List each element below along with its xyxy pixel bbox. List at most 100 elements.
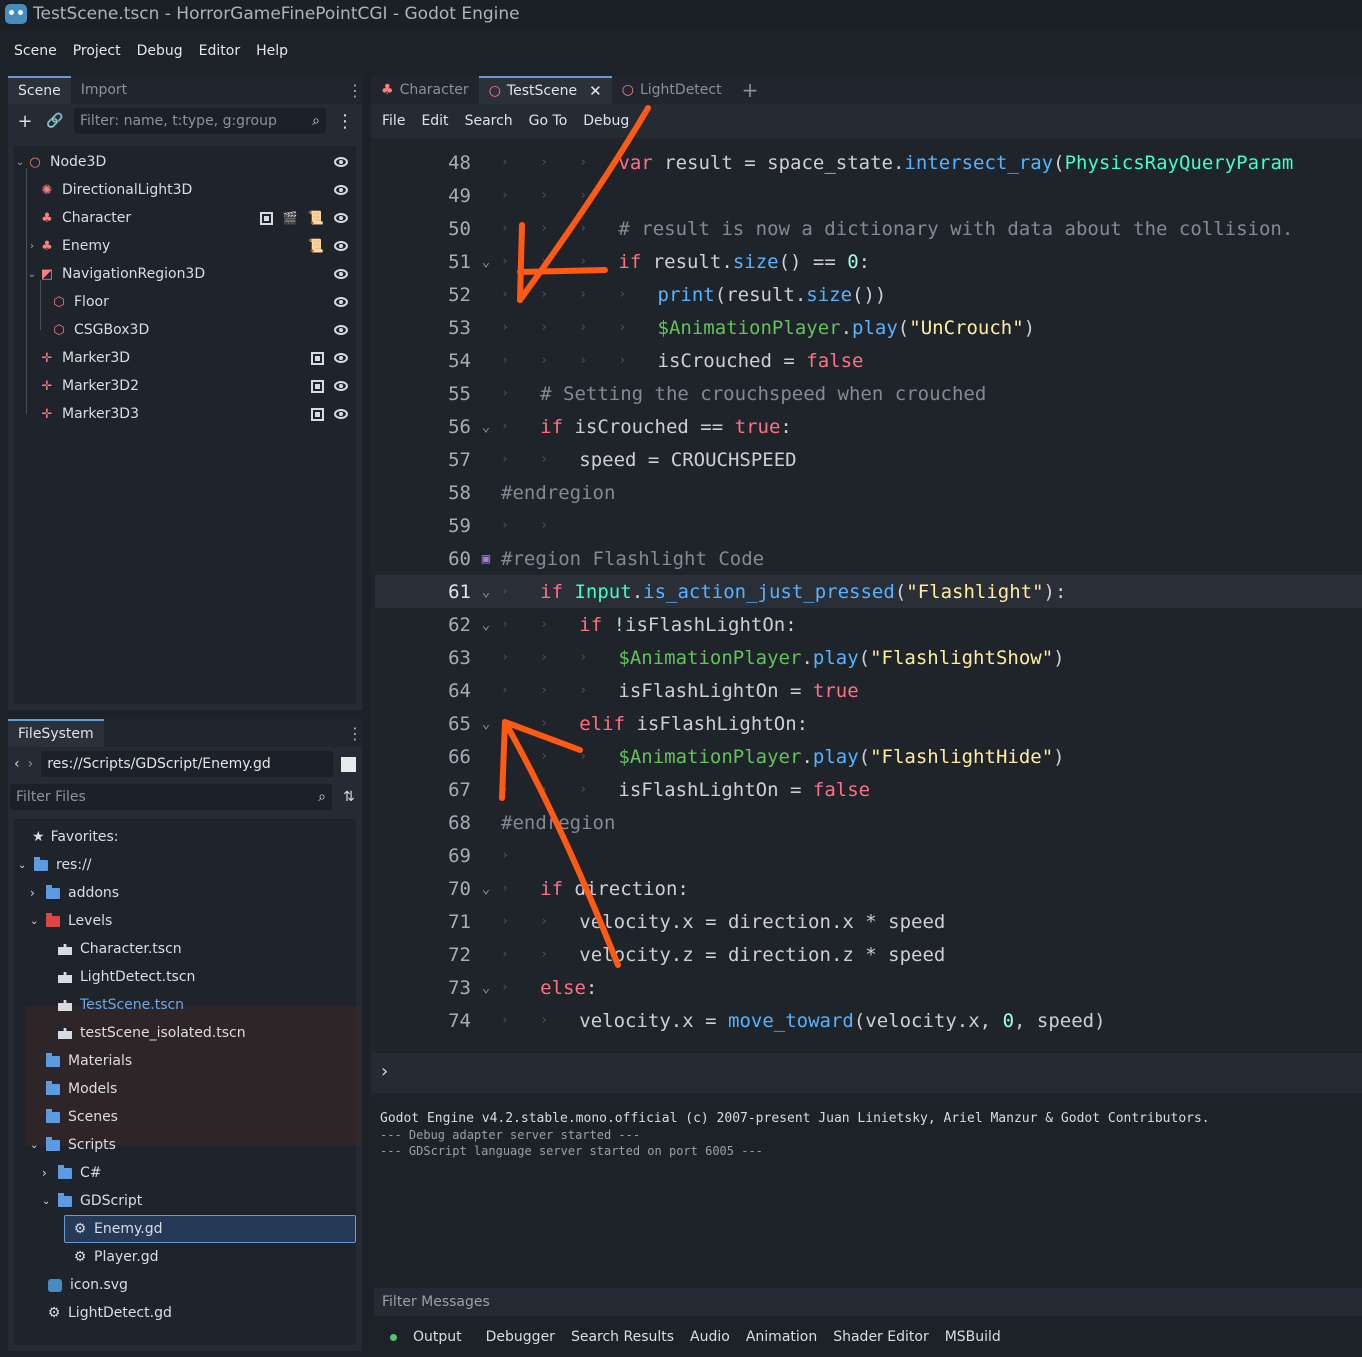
back-icon[interactable]: ‹ [14,756,20,772]
visibility-eye-icon[interactable] [334,269,348,279]
visibility-eye-icon[interactable] [334,185,348,195]
path-input[interactable]: res://Scripts/GDScript/Enemy.gd [41,751,333,777]
tree-node[interactable]: › ♣ Enemy 📜 [14,232,356,260]
folder-row[interactable]: ⌄ Scripts [14,1131,356,1159]
tab-filesystem[interactable]: FileSystem [8,719,104,747]
menu-search[interactable]: Search [465,113,513,129]
file-row[interactable]: icon.svg [14,1271,356,1299]
chevron-down-icon[interactable]: ⌄ [18,860,30,871]
menu-debug[interactable]: Debug [137,43,183,59]
tab-debugger[interactable]: Debugger [486,1329,555,1345]
tab-character[interactable]: ♣ Character [371,76,479,104]
file-row[interactable]: TestScene.tscn [14,991,356,1019]
folder-row[interactable]: ⌄ GDScript [14,1187,356,1215]
tab-lightdetect[interactable]: ○ LightDetect [612,76,732,104]
tree-node[interactable]: ♣ Character 🎬 📜 [14,204,356,232]
chevron-down-icon[interactable]: ⌄ [42,1196,54,1207]
add-tab-icon[interactable]: + [732,76,769,104]
folder-row[interactable]: Materials [14,1047,356,1075]
filesystem-path-bar: ‹ › res://Scripts/GDScript/Enemy.gd [8,747,362,781]
chevron-right-icon[interactable]: › [381,1061,388,1082]
tree-node[interactable]: ✛ Marker3D2 [14,372,356,400]
tree-node[interactable]: ✺ DirectionalLight3D [14,176,356,204]
instance-icon[interactable] [311,351,324,365]
add-node-icon[interactable]: + [14,110,36,132]
forward-icon[interactable]: › [28,756,34,772]
tab-animation[interactable]: Animation [746,1329,817,1345]
menu-file[interactable]: File [382,113,405,129]
folder-row[interactable]: › C# [14,1159,356,1187]
chevron-right-icon[interactable]: › [26,241,38,252]
tree-node[interactable]: ✛ Marker3D [14,344,356,372]
filter-messages-input[interactable]: Filter Messages [374,1288,1362,1316]
script-icon[interactable]: 📜 [308,211,324,226]
visibility-eye-icon[interactable] [334,381,348,391]
file-row[interactable]: testScene_isolated.tscn [14,1019,356,1047]
kebab-menu-icon[interactable]: ⋮ [347,76,363,104]
node-label: CSGBox3D [74,322,150,338]
code-line: 68 #endregion [448,811,616,834]
folder-row[interactable]: › addons [14,879,356,907]
kebab-menu-icon[interactable]: ⋮ [334,110,356,132]
visibility-eye-icon[interactable] [334,353,348,363]
menu-editor[interactable]: Editor [199,43,240,59]
tab-scene[interactable]: Scene [8,76,71,104]
visibility-eye-icon[interactable] [334,409,348,419]
bottom-panel-toggle[interactable]: › [371,1053,1362,1093]
scene-filter-input[interactable]: Filter: name, t:type, g:group ⌕ [74,108,326,134]
folder-row[interactable]: Scenes [14,1103,356,1131]
tree-node[interactable]: ⌄ ◩ NavigationRegion3D [14,260,356,288]
tab-search-results[interactable]: Search Results [571,1329,674,1345]
visibility-eye-icon[interactable] [334,213,348,223]
menu-project[interactable]: Project [73,43,121,59]
fs-item-label: icon.svg [70,1277,128,1293]
menu-edit[interactable]: Edit [421,113,448,129]
sort-icon[interactable]: ⇅ [338,786,360,808]
visibility-eye-icon[interactable] [334,157,348,167]
tab-import[interactable]: Import [71,76,137,104]
file-row[interactable]: Character.tscn [14,935,356,963]
chevron-down-icon[interactable]: ⌄ [30,916,42,927]
folder-row[interactable]: ⌄ res:// [14,851,356,879]
file-row[interactable]: ⚙ LightDetect.gd [14,1299,356,1327]
tree-node[interactable]: ✛ Marker3D3 [14,400,356,428]
instance-icon[interactable] [311,379,324,393]
chevron-down-icon[interactable]: ⌄ [30,1140,42,1151]
folder-row[interactable]: ⌄ Levels [14,907,356,935]
file-row[interactable]: ⚙ Player.gd [14,1243,356,1271]
close-icon[interactable]: ✕ [589,82,602,100]
filter-files-input[interactable]: Filter Files ⌕ [10,784,332,810]
chevron-right-icon[interactable]: › [30,886,42,900]
tree-node[interactable]: ⌄ ○ Node3D [14,148,356,176]
visibility-eye-icon[interactable] [334,297,348,307]
code-area[interactable]: 48 › › › var result = space_state. interse… [375,146,1362,1126]
visibility-eye-icon[interactable] [334,325,348,335]
tab-shader-editor[interactable]: Shader Editor [833,1329,928,1345]
chevron-down-icon[interactable]: ⌄ [26,269,38,280]
file-row[interactable]: ⚙ Enemy.gd [14,1215,356,1243]
tab-msbuild[interactable]: MSBuild [945,1329,1001,1345]
node-label: Marker3D3 [62,406,139,422]
tab-audio[interactable]: Audio [690,1329,730,1345]
kebab-menu-icon[interactable]: ⋮ [347,719,363,747]
menu-debug[interactable]: Debug [583,113,629,129]
menu-help[interactable]: Help [256,43,288,59]
link-icon[interactable]: 🔗 [44,110,66,132]
tab-output[interactable]: Output [382,1329,470,1345]
chevron-down-icon[interactable]: ⌄ [14,157,26,168]
visibility-eye-icon[interactable] [334,241,348,251]
instance-icon[interactable] [259,211,273,225]
tab-testscene[interactable]: ○ TestScene ✕ [478,76,612,104]
instance-icon[interactable] [311,407,324,421]
folder-row[interactable]: Models [14,1075,356,1103]
toggle-split-icon[interactable] [341,756,356,772]
tree-node[interactable]: ⬡ CSGBox3D [14,316,356,344]
chevron-right-icon[interactable]: › [42,1166,54,1180]
menu-scene[interactable]: Scene [14,43,57,59]
file-row[interactable]: LightDetect.tscn [14,963,356,991]
favorites-row[interactable]: ★ Favorites: [14,823,356,851]
script-icon[interactable]: 📜 [308,239,324,254]
menu-goto[interactable]: Go To [529,113,568,129]
clapboard-icon[interactable]: 🎬 [283,211,298,225]
tree-node[interactable]: ⬡ Floor [14,288,356,316]
